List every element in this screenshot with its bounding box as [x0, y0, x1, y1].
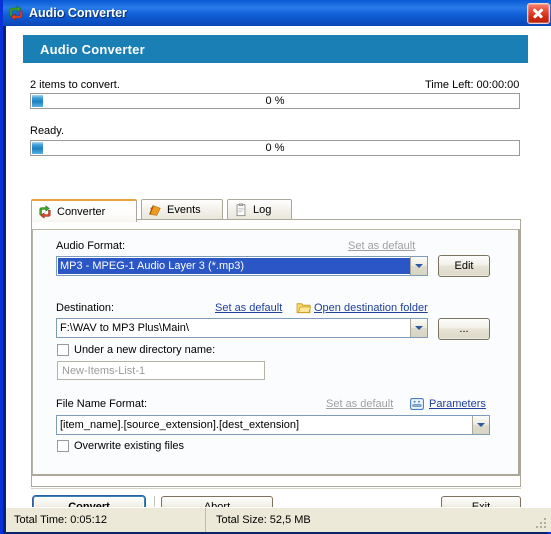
overall-progress-bar: 0 % [30, 93, 520, 109]
time-left-label: Time Left: 00:00:00 [425, 79, 520, 91]
total-size-status: Total Size: 52,5 MB [216, 514, 311, 526]
browse-destination-button[interactable]: ... [438, 318, 490, 340]
log-clipboard-icon [234, 203, 248, 217]
tab-converter-label: Converter [57, 205, 106, 218]
audio-format-combobox[interactable]: MP3 - MPEG-1 Audio Layer 3 (*.mp3) [56, 256, 428, 276]
page-title: Audio Converter [40, 41, 145, 57]
current-progress-bar: 0 % [30, 140, 520, 156]
edit-format-label: Edit [454, 260, 474, 272]
destination-combobox[interactable]: F:\WAV to MP3 Plus\Main\ [56, 318, 428, 338]
under-new-directory-label: Under a new directory name: [74, 344, 216, 356]
items-to-convert-label: 2 items to convert. [30, 79, 120, 91]
open-destination-folder-link[interactable]: Open destination folder [314, 302, 428, 314]
tab-log[interactable]: Log [227, 199, 292, 220]
parameters-icon [410, 398, 424, 413]
page-banner: Audio Converter [23, 35, 528, 63]
file-name-format-combobox[interactable]: [item_name].[source_extension].[dest_ext… [56, 415, 490, 435]
status-bar: Total Time: 0:05:12 Total Size: 52,5 MB [6, 507, 551, 532]
title-bar: Audio Converter [3, 0, 551, 26]
client-area: Audio Converter 2 items to convert. Time… [6, 26, 551, 518]
chevron-down-icon[interactable] [472, 416, 489, 434]
file-name-format-label: File Name Format: [56, 398, 148, 410]
audio-format-label: Audio Format: [56, 240, 126, 252]
total-time-status: Total Time: 0:05:12 [6, 508, 206, 532]
tab-events[interactable]: Events [141, 199, 223, 220]
edit-format-button[interactable]: Edit [438, 255, 490, 277]
close-icon[interactable] [527, 2, 550, 24]
file-name-format-set-default-link[interactable]: Set as default [326, 398, 393, 410]
progress-fill [32, 142, 43, 154]
new-directory-name-value: New-Items-List-1 [62, 364, 146, 377]
folder-icon [296, 301, 312, 317]
overwrite-existing-files-label: Overwrite existing files [74, 440, 185, 452]
destination-value: F:\WAV to MP3 Plus\Main\ [60, 322, 189, 334]
checkbox-box [57, 440, 69, 452]
audio-format-value: MP3 - MPEG-1 Audio Layer 3 (*.mp3) [58, 258, 410, 274]
checkbox-box [57, 344, 69, 356]
window-title: Audio Converter [29, 6, 127, 20]
audio-convert-arrows-icon [8, 5, 24, 21]
overwrite-existing-files-checkbox[interactable]: Overwrite existing files [57, 440, 184, 452]
parameters-link[interactable]: Parameters [429, 398, 486, 410]
audio-format-set-default-link[interactable]: Set as default [348, 240, 415, 252]
progress-fill [32, 95, 43, 107]
browse-destination-label: ... [459, 323, 469, 335]
events-flag-icon [148, 203, 162, 217]
destination-label: Destination: [56, 302, 115, 314]
resize-grip-icon[interactable] [536, 518, 548, 530]
file-name-format-value: [item_name].[source_extension].[dest_ext… [60, 419, 300, 431]
destination-set-default-link[interactable]: Set as default [215, 302, 282, 314]
chevron-down-icon[interactable] [410, 319, 427, 337]
status-label: Ready. [30, 125, 65, 137]
tab-strip: Converter Events Log [31, 199, 296, 222]
application-window: Audio Converter Audio Converter 2 items … [0, 0, 551, 534]
converter-arrows-icon [38, 204, 52, 219]
chevron-down-icon[interactable] [410, 257, 427, 275]
new-directory-name-input[interactable]: New-Items-List-1 [57, 361, 265, 380]
tab-events-label: Events [167, 204, 201, 216]
tab-converter[interactable]: Converter [31, 199, 137, 222]
overall-progress-percent: 0 % [265, 95, 285, 107]
current-progress-percent: 0 % [265, 142, 285, 154]
tab-log-label: Log [253, 204, 272, 216]
under-new-directory-checkbox[interactable]: Under a new directory name: [57, 344, 215, 356]
